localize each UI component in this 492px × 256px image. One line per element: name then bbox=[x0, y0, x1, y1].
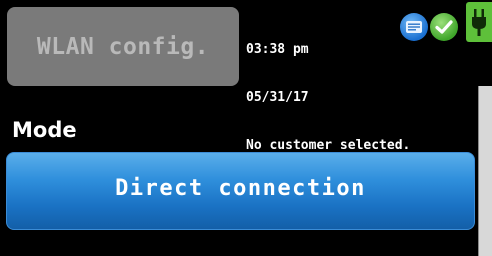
screen-title: WLAN config. bbox=[36, 33, 210, 60]
mode-label: Mode bbox=[12, 118, 77, 142]
message-icon[interactable] bbox=[400, 13, 428, 41]
power-plug-icon bbox=[466, 2, 492, 42]
status-time: 03:38 pm bbox=[246, 42, 309, 57]
mode-select-value: Direct connection bbox=[115, 175, 366, 201]
status-area: 03:38 pm 05/31/17 No customer selected. bbox=[246, 10, 410, 170]
check-icon[interactable] bbox=[430, 13, 458, 41]
mode-select-button[interactable]: Direct connection bbox=[6, 152, 475, 230]
status-icons bbox=[400, 8, 460, 46]
screen-title-box: WLAN config. bbox=[7, 7, 239, 86]
status-date: 05/31/17 bbox=[246, 90, 309, 105]
scrollbar[interactable] bbox=[478, 86, 492, 256]
